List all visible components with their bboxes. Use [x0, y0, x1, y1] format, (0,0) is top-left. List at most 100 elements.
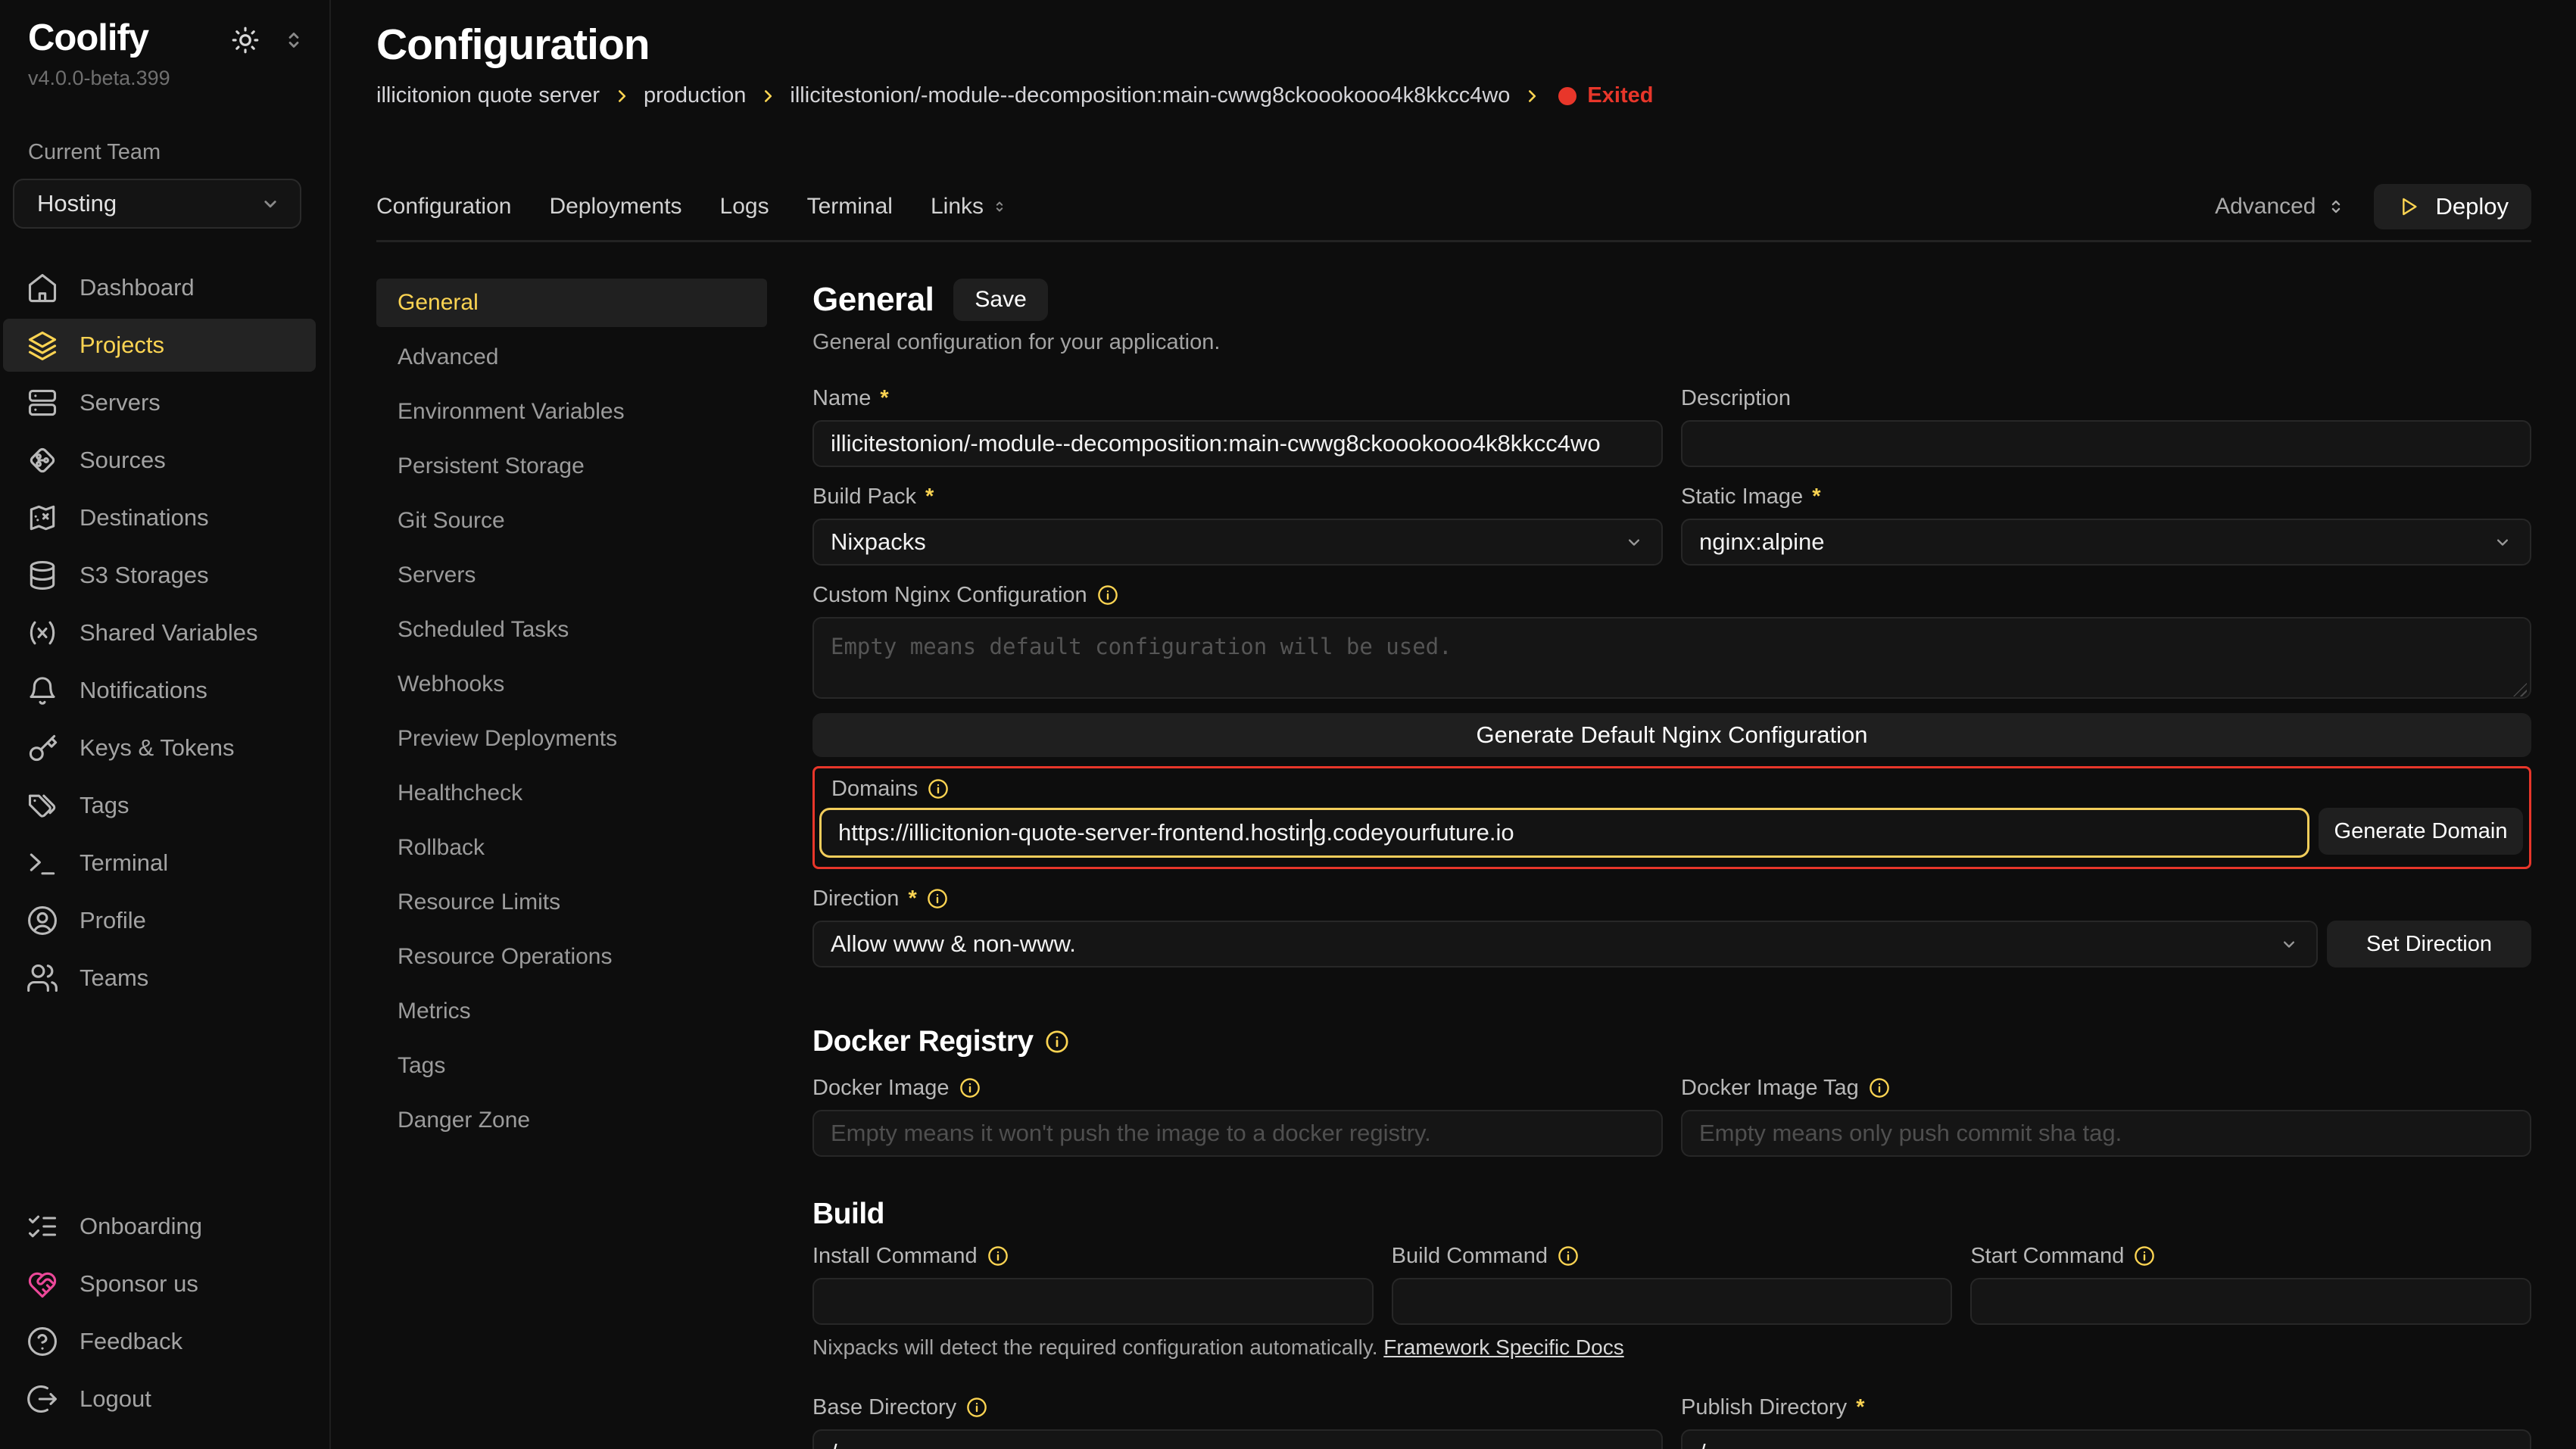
build-pack-select[interactable]: Nixpacks [812, 519, 1663, 566]
chevron-down-icon [2492, 531, 2513, 553]
chevrons-up-down-icon [2325, 196, 2347, 217]
info-icon[interactable] [1096, 584, 1119, 606]
breadcrumb: illicitonion quote server production ill… [376, 83, 2531, 108]
subnav-item-git-source[interactable]: Git Source [376, 497, 767, 545]
variable-icon [26, 616, 59, 650]
deploy-button[interactable]: Deploy [2374, 184, 2532, 229]
subnav-item-metrics[interactable]: Metrics [376, 987, 767, 1036]
breadcrumb-application[interactable]: illicitestonion/-module--decomposition:m… [790, 83, 1510, 108]
sidebar-item-sponsor-us[interactable]: Sponsor us [3, 1257, 316, 1310]
custom-nginx-textarea[interactable] [812, 617, 2531, 699]
info-icon[interactable] [1044, 1029, 1070, 1055]
docker-image-label: Docker Image [812, 1075, 1663, 1101]
subnav-item-general[interactable]: General [376, 279, 767, 327]
play-icon [2397, 195, 2421, 219]
info-icon[interactable] [1557, 1245, 1580, 1267]
set-direction-button[interactable]: Set Direction [2327, 921, 2531, 968]
generate-nginx-button[interactable]: Generate Default Nginx Configuration [812, 713, 2531, 757]
subnav-item-webhooks[interactable]: Webhooks [376, 660, 767, 709]
sidebar-item-notifications[interactable]: Notifications [3, 664, 316, 717]
chevron-down-icon [259, 192, 282, 215]
sun-icon[interactable] [229, 24, 261, 56]
sidebar-item-tags[interactable]: Tags [3, 779, 316, 832]
sidebar-item-destinations[interactable]: Destinations [3, 491, 316, 544]
sidebar-item-onboarding[interactable]: Onboarding [3, 1200, 316, 1253]
subnav-item-resource-limits[interactable]: Resource Limits [376, 878, 767, 927]
text-caret [1310, 819, 1312, 846]
name-label: Name * [812, 385, 1663, 411]
subnav-item-rollback[interactable]: Rollback [376, 824, 767, 872]
sidebar-item-logout[interactable]: Logout [3, 1373, 316, 1426]
team-select[interactable]: Hosting [13, 179, 301, 229]
chevron-down-icon [1623, 531, 1645, 553]
user-circle-icon [26, 904, 59, 937]
framework-docs-link[interactable]: Framework Specific Docs [1383, 1335, 1623, 1359]
required-marker: * [925, 484, 934, 509]
sidebar-item-shared-variables[interactable]: Shared Variables [3, 606, 316, 659]
info-icon[interactable] [2133, 1245, 2156, 1267]
sidebar-item-sources[interactable]: Sources [3, 434, 316, 487]
sidebar-header: Coolify [0, 17, 329, 59]
start-command-input[interactable] [1970, 1278, 2531, 1325]
layers-icon [26, 329, 59, 362]
info-icon[interactable] [965, 1396, 988, 1419]
direction-select[interactable]: Allow www & non-www. [812, 921, 2318, 968]
info-icon[interactable] [959, 1077, 981, 1099]
tab-terminal[interactable]: Terminal [807, 194, 893, 220]
tab-logs[interactable]: Logs [720, 194, 769, 220]
subnav-item-servers[interactable]: Servers [376, 551, 767, 600]
section-subtitle: General configuration for your applicati… [812, 330, 2531, 355]
subnav-item-tags[interactable]: Tags [376, 1042, 767, 1090]
sidebar-item-feedback[interactable]: Feedback [3, 1315, 316, 1368]
static-image-select[interactable]: nginx:alpine [1681, 519, 2531, 566]
build-command-input[interactable] [1392, 1278, 1953, 1325]
info-icon[interactable] [927, 777, 950, 800]
subnav-item-preview-deployments[interactable]: Preview Deployments [376, 715, 767, 763]
sidebar-item-s3-storages[interactable]: S3 Storages [3, 549, 316, 602]
domains-input[interactable] [819, 808, 2309, 858]
save-button[interactable]: Save [953, 279, 1047, 321]
chevrons-up-down-icon[interactable] [281, 27, 307, 53]
sidebar-item-label: Shared Variables [80, 619, 258, 647]
sidebar-item-teams[interactable]: Teams [3, 952, 316, 1005]
description-input[interactable] [1681, 420, 2531, 467]
advanced-menu[interactable]: Advanced [2215, 194, 2346, 220]
logout-icon [26, 1382, 59, 1416]
sidebar-item-terminal[interactable]: Terminal [3, 837, 316, 890]
subnav-item-advanced[interactable]: Advanced [376, 333, 767, 382]
chevron-down-icon [991, 198, 1008, 215]
generate-domain-button[interactable]: Generate Domain [2319, 808, 2523, 855]
info-icon[interactable] [926, 887, 949, 910]
checklist-icon [26, 1210, 59, 1243]
subnav-item-healthcheck[interactable]: Healthcheck [376, 769, 767, 818]
subnav-item-persistent-storage[interactable]: Persistent Storage [376, 442, 767, 491]
docker-image-tag-input[interactable] [1681, 1110, 2531, 1157]
static-image-label: Static Image * [1681, 484, 2531, 509]
publish-directory-input[interactable] [1681, 1429, 2531, 1449]
app-logo[interactable]: Coolify [28, 17, 148, 59]
base-directory-input[interactable] [812, 1429, 1663, 1449]
sidebar-item-keys-tokens[interactable]: Keys & Tokens [3, 721, 316, 774]
tab-configuration[interactable]: Configuration [376, 194, 511, 220]
subnav-item-resource-operations[interactable]: Resource Operations [376, 933, 767, 981]
database-icon [26, 559, 59, 592]
name-input[interactable] [812, 420, 1663, 467]
tab-deployments[interactable]: Deployments [549, 194, 681, 220]
info-icon[interactable] [987, 1245, 1009, 1267]
sidebar-item-servers[interactable]: Servers [3, 376, 316, 429]
breadcrumb-project[interactable]: illicitonion quote server [376, 83, 600, 108]
info-icon[interactable] [1868, 1077, 1891, 1099]
sidebar-item-projects[interactable]: Projects [3, 319, 316, 372]
tab-links[interactable]: Links [931, 194, 1008, 220]
breadcrumb-environment[interactable]: production [644, 83, 746, 108]
install-command-input[interactable] [812, 1278, 1374, 1325]
docker-registry-heading: Docker Registry [812, 1025, 2531, 1058]
docker-image-input[interactable] [812, 1110, 1663, 1157]
sidebar-item-label: Dashboard [80, 274, 195, 301]
sidebar-item-label: Sources [80, 447, 166, 474]
subnav-item-scheduled-tasks[interactable]: Scheduled Tasks [376, 606, 767, 654]
subnav-item-danger-zone[interactable]: Danger Zone [376, 1096, 767, 1145]
subnav-item-environment-variables[interactable]: Environment Variables [376, 388, 767, 436]
sidebar-item-profile[interactable]: Profile [3, 894, 316, 947]
sidebar-item-dashboard[interactable]: Dashboard [3, 261, 316, 314]
